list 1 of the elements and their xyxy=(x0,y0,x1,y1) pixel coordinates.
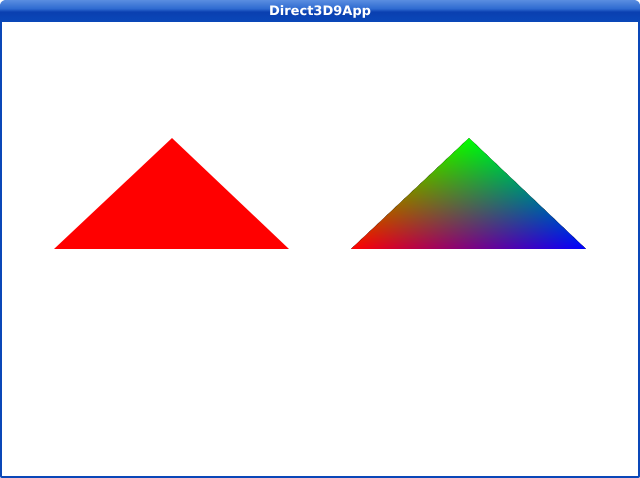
window-title: Direct3D9App xyxy=(269,4,371,18)
